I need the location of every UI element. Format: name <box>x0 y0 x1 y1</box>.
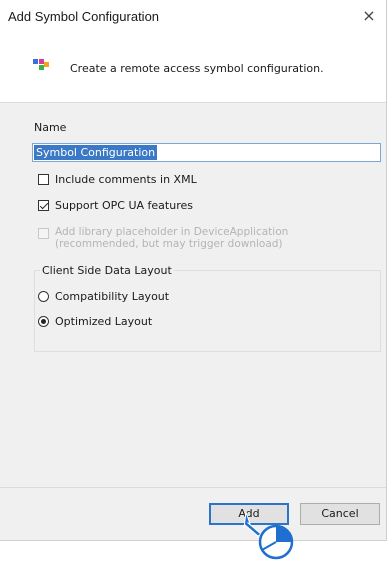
mouse-cursor-icon <box>243 512 294 560</box>
include-comments-option[interactable]: Include comments in XML <box>38 172 197 188</box>
support-opc-ua-option[interactable]: Support OPC UA features <box>38 198 193 214</box>
name-input-value: Symbol Configuration <box>34 145 158 160</box>
library-placeholder-label: Add library placeholder in DeviceApplica… <box>55 226 288 250</box>
close-button[interactable]: × <box>356 4 382 28</box>
cancel-button[interactable]: Cancel <box>300 503 380 525</box>
compatibility-layout-label: Compatibility Layout <box>55 289 170 303</box>
name-label: Name <box>34 121 67 134</box>
client-side-data-layout-group <box>34 270 381 352</box>
optimized-layout-label: Optimized Layout <box>55 314 153 328</box>
header-description: Create a remote access symbol configurat… <box>70 62 324 75</box>
library-placeholder-label-line2: (recommended, but may trigger download) <box>55 238 283 250</box>
support-opc-ua-checkbox[interactable] <box>38 200 49 211</box>
library-placeholder-label-line1: Add library placeholder in DeviceApplica… <box>55 226 289 238</box>
footer-divider <box>0 487 386 488</box>
include-comments-label: Include comments in XML <box>55 173 197 186</box>
compatibility-layout-option[interactable]: Compatibility Layout <box>38 288 169 304</box>
title-bar: Add Symbol Configuration × <box>0 0 386 32</box>
library-placeholder-checkbox <box>38 228 49 239</box>
add-symbol-configuration-dialog: Add Symbol Configuration × Create a remo… <box>0 0 387 541</box>
optimized-layout-option[interactable]: Optimized Layout <box>38 313 152 329</box>
window-title: Add Symbol Configuration <box>8 9 160 24</box>
compatibility-layout-radio[interactable] <box>38 290 49 302</box>
optimized-layout-radio[interactable] <box>38 315 49 327</box>
client-side-data-layout-title: Client Side Data Layout <box>40 264 174 277</box>
support-opc-ua-label: Support OPC UA features <box>55 199 193 212</box>
symbol-config-icon <box>33 59 49 71</box>
name-input[interactable]: Symbol Configuration <box>32 143 381 162</box>
include-comments-checkbox[interactable] <box>38 174 49 185</box>
library-placeholder-option: Add library placeholder in DeviceApplica… <box>38 226 288 252</box>
